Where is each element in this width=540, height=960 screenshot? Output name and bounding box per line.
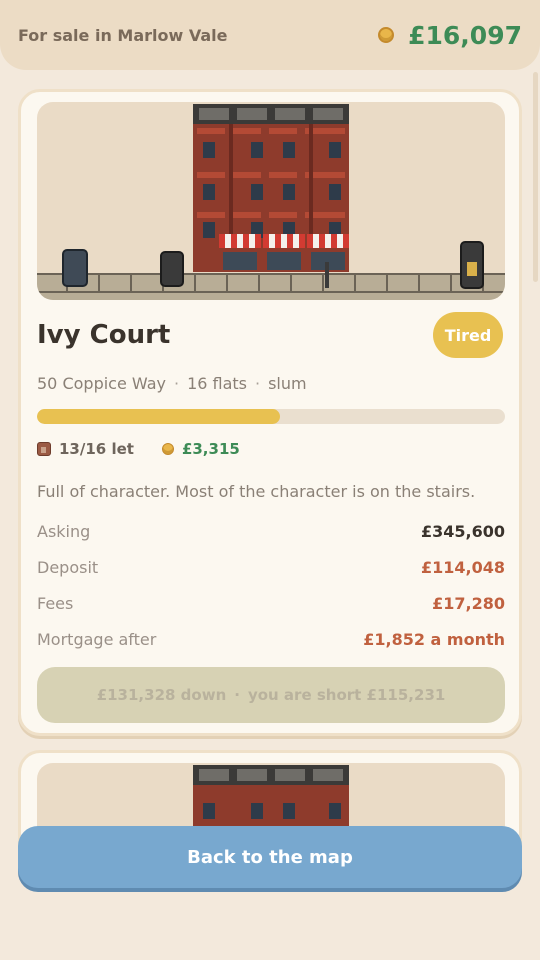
building-street-image [37, 104, 505, 300]
buy-down-amount: £131,328 down [96, 686, 227, 704]
deposit-value: £114,048 [420, 558, 505, 577]
property-tier: slum [268, 374, 307, 393]
top-bar: For sale in Marlow Vale £16,097 [0, 0, 540, 70]
balance-amount: £16,097 [408, 20, 522, 50]
property-illustration [37, 102, 505, 300]
mortgage-label: Mortgage after [37, 630, 157, 649]
back-to-map-button[interactable]: Back to the map [18, 826, 522, 888]
flat-count: 16 flats [187, 374, 247, 393]
mortgage-value: £1,852 a month [363, 630, 505, 649]
asking-row: Asking £345,600 [37, 522, 505, 541]
address: 50 Coppice Way [37, 374, 166, 393]
separator-dot: · [255, 374, 261, 393]
balance-display: £16,097 [378, 21, 522, 50]
buy-button-disabled[interactable]: £131,328 down · you are short £115,231 [37, 667, 505, 723]
fees-label: Fees [37, 594, 74, 613]
property-stats: 13/16 let £3,315 [37, 440, 240, 458]
coin-icon [378, 27, 395, 43]
mortgage-row: Mortgage after £1,852 a month [37, 630, 505, 649]
separator-dot: · [234, 686, 240, 704]
coin-icon [161, 443, 174, 455]
occupancy-bar [37, 409, 505, 424]
property-name: Ivy Court [37, 320, 171, 350]
condition-badge: Tired [433, 312, 503, 358]
property-card[interactable]: Ivy Court Tired 50 Coppice Way · 16 flat… [18, 89, 522, 736]
asking-label: Asking [37, 522, 91, 541]
property-details: 50 Coppice Way · 16 flats · slum [37, 374, 307, 393]
fees-row: Fees £17,280 [37, 594, 505, 613]
buy-short-amount: you are short £115,231 [247, 686, 446, 704]
deposit-row: Deposit £114,048 [37, 558, 505, 577]
let-count: 13/16 let [59, 440, 134, 458]
bottom-area [0, 892, 540, 960]
asking-value: £345,600 [420, 522, 505, 541]
occupancy-bar-fill [37, 409, 281, 424]
door-icon [37, 442, 51, 456]
location-title: For sale in Marlow Vale [18, 25, 228, 45]
flavor-text: Full of character. Most of the character… [37, 482, 476, 501]
income-amount: £3,315 [181, 440, 240, 458]
scrollbar[interactable] [533, 72, 538, 282]
deposit-label: Deposit [37, 558, 99, 577]
fees-value: £17,280 [432, 594, 505, 613]
separator-dot: · [173, 374, 180, 393]
